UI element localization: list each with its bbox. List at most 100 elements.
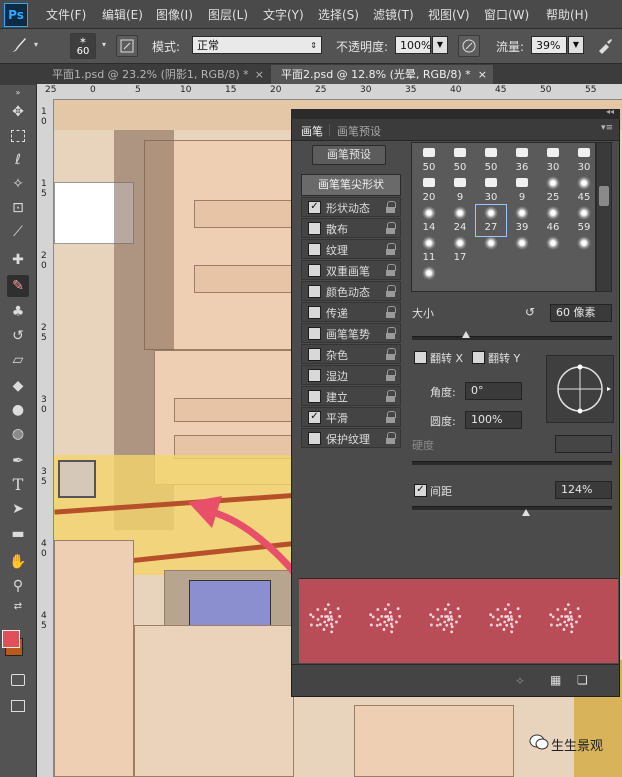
brush-tip[interactable]: 46 — [538, 205, 568, 236]
menu-file[interactable]: 文件(F) — [46, 6, 86, 23]
brush-option-row[interactable]: 建立 — [301, 386, 401, 406]
lock-icon[interactable] — [386, 306, 396, 318]
brush-tool-icon[interactable]: ✎ — [7, 275, 29, 297]
angle-roundness-widget[interactable] — [546, 355, 614, 423]
tip-grid-scrollbar[interactable] — [596, 142, 612, 292]
brush-tip[interactable]: 9 — [445, 175, 475, 206]
path-selection-tool-icon[interactable]: ➤ — [7, 498, 29, 520]
lock-icon[interactable] — [386, 222, 396, 234]
option-checkbox[interactable] — [308, 222, 321, 235]
brush-tip[interactable]: 11 — [414, 235, 444, 266]
tab-document-2[interactable]: 平面2.psd @ 12.8% (光晕, RGB/8) * × — [271, 65, 493, 84]
lock-icon[interactable] — [386, 432, 396, 444]
brush-tip[interactable]: 25 — [538, 175, 568, 206]
brush-option-row[interactable]: 画笔笔势 — [301, 323, 401, 343]
crop-tool-icon[interactable]: ⊡ — [7, 197, 29, 219]
lasso-tool-icon[interactable]: ℓ — [7, 149, 29, 171]
menu-filter[interactable]: 滤镜(T) — [373, 6, 414, 23]
option-checkbox[interactable] — [308, 243, 321, 256]
lock-icon[interactable] — [386, 390, 396, 402]
blur-tool-icon[interactable]: ● — [7, 399, 29, 421]
brush-option-row[interactable]: ✓ 平滑 — [301, 407, 401, 427]
brush-tip[interactable]: 27 — [475, 204, 507, 237]
lock-icon[interactable] — [386, 411, 396, 423]
spacing-slider-thumb[interactable] — [522, 509, 530, 516]
toggle-live-tip-icon[interactable]: ⟡ — [516, 673, 524, 688]
option-checkbox[interactable] — [308, 390, 321, 403]
lock-icon[interactable] — [386, 327, 396, 339]
brush-panel-toggle-icon[interactable] — [116, 35, 138, 57]
brush-option-row[interactable]: ✓ 形状动态 — [301, 197, 401, 217]
brush-option-row[interactable]: 散布 — [301, 218, 401, 238]
close-icon[interactable]: × — [478, 65, 487, 84]
brush-tip[interactable]: 9 — [507, 175, 537, 206]
hand-tool-icon[interactable]: ✋ — [7, 551, 29, 573]
magic-wand-tool-icon[interactable]: ✧ — [7, 173, 29, 195]
reset-size-icon[interactable]: ↺ — [525, 305, 535, 319]
collapse-icon[interactable]: ◂◂ — [606, 107, 614, 116]
scrollbar-thumb[interactable] — [599, 186, 609, 206]
brush-tip[interactable]: 30 — [569, 145, 599, 176]
menu-help[interactable]: 帮助(H) — [546, 6, 588, 23]
screen-mode-icon[interactable] — [7, 695, 29, 717]
grid-icon[interactable]: ▦ — [550, 673, 561, 687]
brush-tip[interactable]: 36 — [507, 145, 537, 176]
foreground-color-swatch[interactable] — [2, 630, 20, 648]
roundness-input[interactable]: 100% — [465, 411, 522, 429]
brush-tip[interactable]: 20 — [414, 175, 444, 206]
pressure-opacity-icon[interactable] — [458, 35, 480, 57]
lock-icon[interactable] — [386, 264, 396, 276]
brush-tip[interactable] — [476, 235, 506, 266]
brush-option-row[interactable]: 颜色动态 — [301, 281, 401, 301]
brush-tool-icon[interactable] — [8, 35, 30, 57]
chevron-down-icon[interactable]: ▾ — [30, 35, 42, 57]
dodge-tool-icon[interactable]: ◍ — [7, 423, 29, 445]
lock-icon[interactable] — [386, 285, 396, 297]
brush-tip[interactable]: 59 — [569, 205, 599, 236]
history-brush-tool-icon[interactable]: ↺ — [7, 325, 29, 347]
option-checkbox[interactable] — [308, 306, 321, 319]
brush-tip-grid[interactable]: 50 50 50 36 30 30 20 9 30 9 25 45 14 24 27 39 46 59 11 17 — [411, 142, 596, 292]
size-input[interactable]: 60 像素 — [550, 304, 612, 322]
lock-icon[interactable] — [386, 201, 396, 213]
brush-picker[interactable]: ✶ 60 — [70, 33, 96, 59]
lock-icon[interactable] — [386, 369, 396, 381]
tab-document-1[interactable]: 平面1.psd @ 23.2% (阴影1, RGB/8) * × — [42, 65, 270, 84]
flow-input[interactable]: 39% — [531, 36, 567, 54]
healing-brush-tool-icon[interactable]: ✚ — [7, 249, 29, 271]
brush-option-row[interactable]: 双重画笔 — [301, 260, 401, 280]
option-checkbox[interactable]: ✓ — [308, 201, 321, 214]
option-checkbox[interactable] — [308, 264, 321, 277]
flip-y-checkbox[interactable] — [472, 351, 485, 364]
swap-colors-icon[interactable]: ⇄ — [7, 601, 29, 613]
brush-presets-button[interactable]: 画笔预设 — [312, 145, 386, 165]
zoom-tool-icon[interactable]: ⚲ — [7, 575, 29, 597]
brush-tip[interactable]: 39 — [507, 205, 537, 236]
type-tool-icon[interactable]: T — [7, 474, 29, 496]
chevron-down-icon[interactable]: ▾ — [98, 35, 110, 57]
hardness-slider[interactable] — [412, 461, 612, 465]
spacing-slider[interactable] — [412, 506, 612, 510]
brush-tip-shape-item[interactable]: 画笔笔尖形状 — [301, 174, 401, 196]
paint-bucket-tool-icon[interactable]: ◆ — [7, 375, 29, 397]
angle-input[interactable]: 0° — [465, 382, 522, 400]
brush-tip[interactable] — [569, 235, 599, 266]
panel-menu-icon[interactable]: ▾≡ — [601, 123, 613, 133]
pen-tool-icon[interactable]: ✒ — [7, 450, 29, 472]
menu-type[interactable]: 文字(Y) — [263, 6, 304, 23]
brush-tip[interactable]: 45 — [569, 175, 599, 206]
menu-image[interactable]: 图像(I) — [156, 6, 193, 23]
mode-select[interactable]: 正常 ⇕ — [192, 36, 322, 54]
lock-icon[interactable] — [386, 243, 396, 255]
option-checkbox[interactable] — [308, 432, 321, 445]
tab-brush-presets[interactable]: 画笔预设 — [337, 123, 381, 139]
chevron-down-icon[interactable]: ▼ — [568, 36, 584, 54]
menu-select[interactable]: 选择(S) — [318, 6, 359, 23]
brush-tip[interactable]: 30 — [476, 175, 506, 206]
spacing-checkbox[interactable]: ✓ — [414, 484, 427, 497]
option-checkbox[interactable] — [308, 348, 321, 361]
collapse-icon[interactable]: » — [7, 89, 29, 97]
brush-tip[interactable]: 14 — [414, 205, 444, 236]
option-checkbox[interactable] — [308, 285, 321, 298]
brush-tip[interactable]: 50 — [414, 145, 444, 176]
